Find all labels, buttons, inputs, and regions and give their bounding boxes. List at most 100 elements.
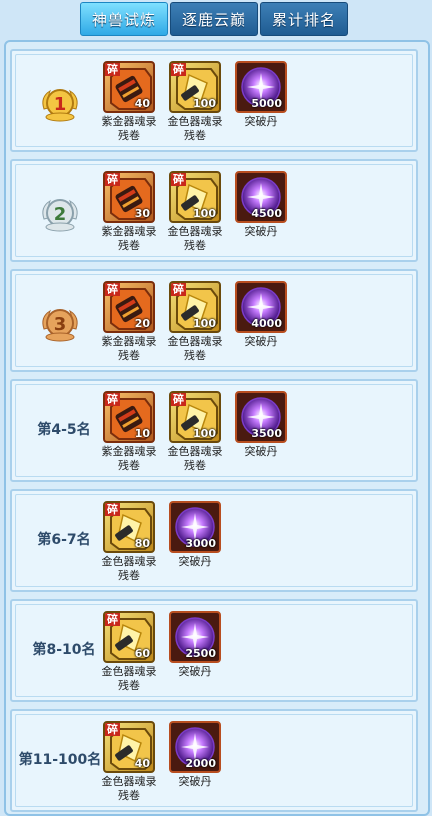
item-name: 金色器魂录残卷 xyxy=(101,665,157,692)
fragment-badge: 碎 xyxy=(105,393,120,406)
item-quantity: 100 xyxy=(193,207,216,220)
item-name: 突破丹 xyxy=(244,445,278,458)
rank-medal-icon-bronze-3: 3 xyxy=(36,299,84,347)
item-quantity: 80 xyxy=(134,537,150,550)
item-name: 突破丹 xyxy=(178,665,212,678)
fragment-badge: 碎 xyxy=(105,613,120,626)
rank-label: 第6-7名 xyxy=(37,532,91,548)
item-name: 紫金器魂录残卷 xyxy=(101,115,157,142)
reward-row: 第11-100名 碎 40 金色器魂录残卷 2000 突破丹 xyxy=(10,709,418,812)
gold-soul-scroll-icon: 碎 100 xyxy=(169,171,221,223)
purple-orb-icon: 3500 xyxy=(235,391,287,443)
item-quantity: 10 xyxy=(134,427,150,440)
rank-label: 第11-100名 xyxy=(18,752,102,768)
item-quantity: 100 xyxy=(193,427,216,440)
tab-beast-trial[interactable]: 神兽试炼 xyxy=(80,2,168,36)
fragment-badge: 碎 xyxy=(105,283,120,296)
reward-item[interactable]: 碎 100 金色器魂录残卷 xyxy=(164,171,226,253)
purple-soul-scroll-icon: 碎 10 xyxy=(103,391,155,443)
reward-item[interactable]: 碎 30 紫金器魂录残卷 xyxy=(98,171,160,253)
reward-item[interactable]: 3500 突破丹 xyxy=(230,391,292,459)
item-quantity: 3500 xyxy=(251,427,282,440)
reward-row: 1 碎 40 紫金器魂录残卷 碎 100 金色器魂录残卷 5000 突破丹 xyxy=(10,49,418,152)
item-quantity: 20 xyxy=(134,317,150,330)
gold-soul-scroll-icon: 碎 100 xyxy=(169,391,221,443)
purple-orb-icon: 2500 xyxy=(169,611,221,663)
reward-item[interactable]: 碎 10 紫金器魂录残卷 xyxy=(98,391,160,473)
svg-text:1: 1 xyxy=(54,94,67,115)
svg-text:3: 3 xyxy=(54,314,67,335)
purple-orb-icon: 2000 xyxy=(169,721,221,773)
item-quantity: 30 xyxy=(134,207,150,220)
tab-cloud-summit[interactable]: 逐鹿云巅 xyxy=(170,2,258,36)
item-quantity: 100 xyxy=(193,97,216,110)
fragment-badge: 碎 xyxy=(105,173,120,186)
purple-soul-scroll-icon: 碎 20 xyxy=(103,281,155,333)
gold-soul-scroll-icon: 碎 100 xyxy=(169,281,221,333)
item-name: 金色器魂录残卷 xyxy=(101,555,157,582)
item-quantity: 2500 xyxy=(185,647,216,660)
reward-item[interactable]: 碎 80 金色器魂录残卷 xyxy=(98,501,160,583)
reward-item[interactable]: 4500 突破丹 xyxy=(230,171,292,239)
reward-item[interactable]: 4000 突破丹 xyxy=(230,281,292,349)
gold-soul-scroll-icon: 碎 60 xyxy=(103,611,155,663)
reward-row: 3 碎 20 紫金器魂录残卷 碎 100 金色器魂录残卷 4000 突破丹 xyxy=(10,269,418,372)
item-name: 突破丹 xyxy=(178,555,212,568)
fragment-badge: 碎 xyxy=(105,723,120,736)
reward-row: 第6-7名 碎 80 金色器魂录残卷 3000 突破丹 xyxy=(10,489,418,592)
rank-label: 第8-10名 xyxy=(32,642,96,658)
item-name: 紫金器魂录残卷 xyxy=(101,445,157,472)
purple-orb-icon: 4500 xyxy=(235,171,287,223)
item-name: 突破丹 xyxy=(244,115,278,128)
purple-orb-icon: 5000 xyxy=(235,61,287,113)
item-name: 金色器魂录残卷 xyxy=(167,335,223,362)
purple-orb-icon: 3000 xyxy=(169,501,221,553)
reward-item[interactable]: 2000 突破丹 xyxy=(164,721,226,789)
item-quantity: 40 xyxy=(134,97,150,110)
gold-soul-scroll-icon: 碎 100 xyxy=(169,61,221,113)
item-name: 紫金器魂录残卷 xyxy=(101,225,157,252)
rank-medal-icon-gold-1: 1 xyxy=(36,79,84,127)
item-quantity: 4000 xyxy=(251,317,282,330)
reward-item[interactable]: 碎 100 金色器魂录残卷 xyxy=(164,391,226,473)
tab-bar: 神兽试炼 逐鹿云巅 累计排名 xyxy=(80,2,348,36)
reward-item[interactable]: 碎 100 金色器魂录残卷 xyxy=(164,281,226,363)
reward-item[interactable]: 碎 100 金色器魂录残卷 xyxy=(164,61,226,143)
item-quantity: 100 xyxy=(193,317,216,330)
tab-cumulative-ranking[interactable]: 累计排名 xyxy=(260,2,348,36)
reward-item[interactable]: 碎 20 紫金器魂录残卷 xyxy=(98,281,160,363)
reward-item[interactable]: 碎 40 金色器魂录残卷 xyxy=(98,721,160,803)
gold-soul-scroll-icon: 碎 40 xyxy=(103,721,155,773)
item-name: 金色器魂录残卷 xyxy=(167,115,223,142)
fragment-badge: 碎 xyxy=(171,173,186,186)
reward-item[interactable]: 碎 40 紫金器魂录残卷 xyxy=(98,61,160,143)
gold-soul-scroll-icon: 碎 80 xyxy=(103,501,155,553)
reward-item[interactable]: 碎 60 金色器魂录残卷 xyxy=(98,611,160,693)
item-name: 金色器魂录残卷 xyxy=(167,225,223,252)
reward-item[interactable]: 5000 突破丹 xyxy=(230,61,292,129)
item-quantity: 5000 xyxy=(251,97,282,110)
svg-text:2: 2 xyxy=(54,204,67,225)
reward-item[interactable]: 2500 突破丹 xyxy=(164,611,226,679)
reward-row: 2 碎 30 紫金器魂录残卷 碎 100 金色器魂录残卷 4500 突破丹 xyxy=(10,159,418,262)
fragment-badge: 碎 xyxy=(105,503,120,516)
item-quantity: 4500 xyxy=(251,207,282,220)
purple-orb-icon: 4000 xyxy=(235,281,287,333)
item-name: 金色器魂录残卷 xyxy=(101,775,157,802)
item-name: 突破丹 xyxy=(244,335,278,348)
item-quantity: 40 xyxy=(134,757,150,770)
purple-soul-scroll-icon: 碎 30 xyxy=(103,171,155,223)
item-name: 金色器魂录残卷 xyxy=(167,445,223,472)
reward-row: 第8-10名 碎 60 金色器魂录残卷 2500 突破丹 xyxy=(10,599,418,702)
item-name: 突破丹 xyxy=(244,225,278,238)
rank-label: 第4-5名 xyxy=(37,422,91,438)
rank-medal-icon-silver-2: 2 xyxy=(36,189,84,237)
fragment-badge: 碎 xyxy=(171,63,186,76)
item-quantity: 60 xyxy=(134,647,150,660)
item-name: 紫金器魂录残卷 xyxy=(101,335,157,362)
item-name: 突破丹 xyxy=(178,775,212,788)
fragment-badge: 碎 xyxy=(105,63,120,76)
fragment-badge: 碎 xyxy=(171,393,186,406)
reward-item[interactable]: 3000 突破丹 xyxy=(164,501,226,569)
fragment-badge: 碎 xyxy=(171,283,186,296)
